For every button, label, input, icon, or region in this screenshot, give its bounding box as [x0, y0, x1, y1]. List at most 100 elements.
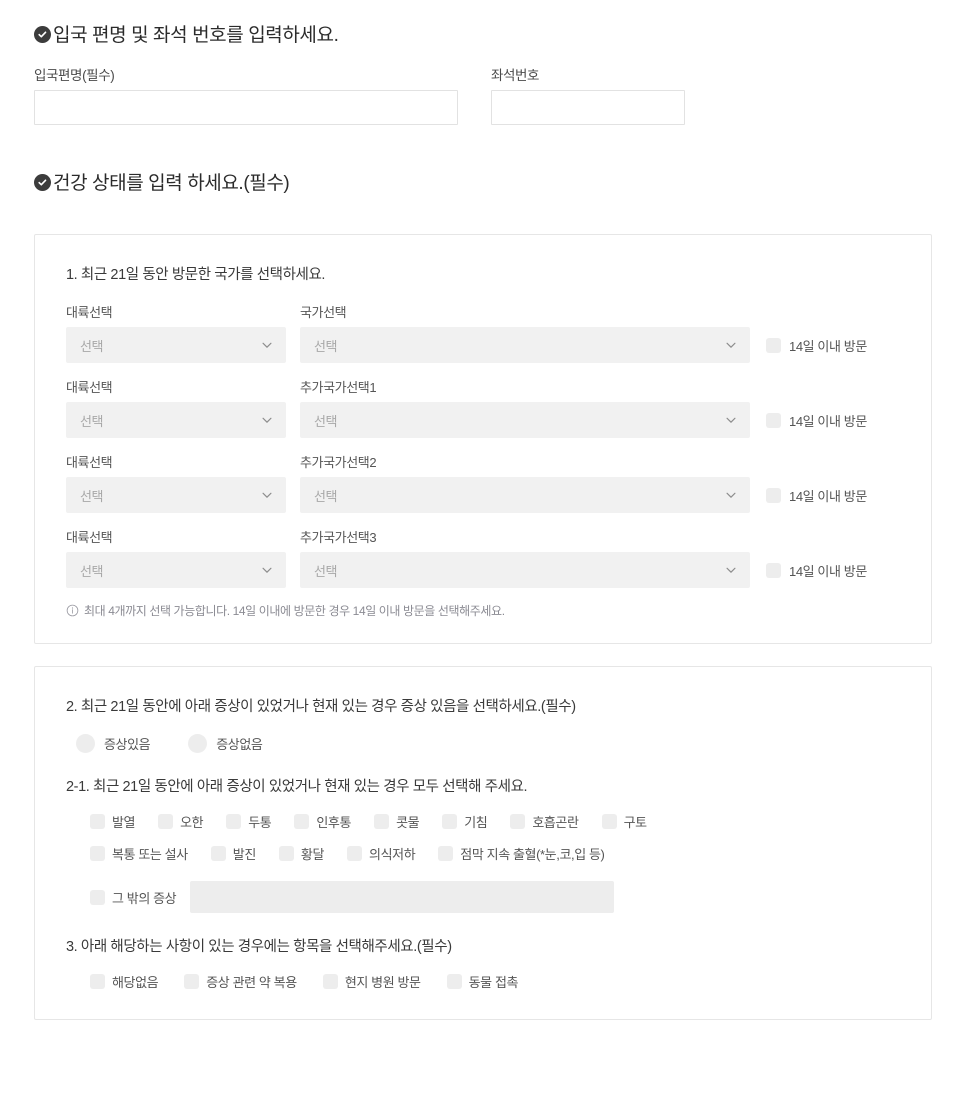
symptom-checkbox-mucosal-bleeding[interactable]: [438, 846, 454, 861]
q3-option-took-medication[interactable]: 증상 관련 약 복용: [184, 972, 297, 991]
country-selection-note: 최대 4개까지 선택 가능합니다. 14일 이내에 방문한 경우 14일 이내 …: [66, 602, 900, 619]
symptom-label-rash: 발진: [232, 847, 257, 862]
within-14-days-label: 14일 이내 방문: [789, 413, 867, 429]
country-select[interactable]: 선택: [300, 327, 750, 363]
other-symptom-checkbox[interactable]: [90, 889, 105, 905]
question1-title: 1. 최근 21일 동안 방문한 국가를 선택하세요.: [66, 267, 326, 283]
check-circle-icon: [34, 26, 51, 43]
chevron-down-icon: [262, 567, 272, 573]
symptom-checkbox-vomiting[interactable]: [601, 814, 617, 829]
continent-select[interactable]: 선택: [66, 477, 286, 513]
symptom-checkbox-row-2: 복통 또는 설사 발진 황달 의식저하 점막 지속 출혈(*눈,코,입 등): [90, 844, 900, 863]
symptom-option-chills[interactable]: 오한: [158, 812, 204, 831]
flight-inputs-row: 입국편명(필수) 좌석번호: [34, 64, 932, 125]
symptom-present-radio[interactable]: [76, 734, 95, 753]
symptom-option-headache[interactable]: 두통: [226, 812, 272, 831]
within-14-days-checkbox[interactable]: [766, 487, 781, 503]
symptom-option-rash[interactable]: 발진: [210, 844, 257, 863]
symptom-checkbox-fever[interactable]: [90, 814, 105, 829]
symptom-option-dyspnea[interactable]: 호흡곤란: [510, 812, 579, 831]
symptom-checkbox-dyspnea[interactable]: [510, 814, 526, 829]
q3-checkbox-animal-contact[interactable]: [446, 974, 462, 989]
q3-checkbox-took-medication[interactable]: [184, 974, 200, 989]
country-field: 추가국가선택2 선택: [300, 452, 750, 513]
symptom-checkbox-rash[interactable]: [210, 846, 226, 861]
health-section-title: 건강 상태를 입력 하세요.(필수): [53, 173, 290, 194]
chevron-down-icon: [726, 417, 736, 423]
chevron-down-icon: [262, 342, 272, 348]
seat-number-input[interactable]: [491, 90, 685, 125]
symptom-present-label: 증상있음: [104, 737, 151, 752]
question3-title: 3. 아래 해당하는 사항이 있는 경우에는 항목을 선택해주세요.(필수): [66, 939, 452, 955]
symptom-option-abdominal-pain-diarrhea[interactable]: 복통 또는 설사: [90, 844, 188, 863]
within-14-days-checkbox[interactable]: [766, 412, 781, 428]
within-14-days-checkbox[interactable]: [766, 337, 781, 353]
country-selection-note-text: 최대 4개까지 선택 가능합니다. 14일 이내에 방문한 경우 14일 이내 …: [84, 604, 505, 618]
other-symptom-option[interactable]: 그 밖의 증상: [90, 888, 177, 907]
symptom-option-jaundice[interactable]: 황달: [278, 844, 324, 863]
q3-checkbox-none[interactable]: [90, 974, 105, 989]
check-circle-icon: [34, 174, 51, 191]
country-select[interactable]: 선택: [300, 402, 750, 438]
country-select-row: 대륙선택 선택 추가국가선택3 선택 14일 이내 방문: [66, 527, 900, 588]
symptom-option-sore-throat[interactable]: 인후통: [294, 812, 351, 831]
q3-label-none: 해당없음: [112, 975, 159, 990]
symptom-checkbox-jaundice[interactable]: [278, 846, 294, 861]
flight-number-label: 입국편명(필수): [34, 68, 115, 83]
symptom-option-mucosal-bleeding[interactable]: 점막 지속 출혈(*눈,코,입 등): [438, 844, 605, 863]
symptom-checkbox-chills[interactable]: [158, 814, 174, 829]
within-14-days-option: 14일 이내 방문: [766, 327, 867, 363]
country-select-row: 대륙선택 선택 추가국가선택2 선택 14일 이내 방문: [66, 452, 900, 513]
q3-option-animal-contact[interactable]: 동물 접촉: [446, 972, 519, 991]
q3-checkbox-local-hospital-visit[interactable]: [322, 974, 338, 989]
chevron-down-icon: [726, 492, 736, 498]
symptom-label-abdominal-pain-diarrhea: 복통 또는 설사: [112, 847, 188, 862]
continent-select-value: 선택: [80, 413, 104, 429]
symptom-option-vomiting[interactable]: 구토: [601, 812, 648, 831]
symptom-option-impaired-consciousness[interactable]: 의식저하: [347, 844, 416, 863]
within-14-days-option: 14일 이내 방문: [766, 552, 867, 588]
country-select[interactable]: 선택: [300, 477, 750, 513]
symptom-option-runny-nose[interactable]: 콧물: [374, 812, 420, 831]
symptom-label-fever: 발열: [112, 815, 136, 830]
question2-1-title: 2-1. 최근 21일 동안에 아래 증상이 있었거나 현재 있는 경우 모두 …: [66, 779, 528, 795]
seat-number-label: 좌석번호: [491, 68, 540, 83]
seat-number-field: 좌석번호: [491, 64, 685, 125]
symptom-label-runny-nose: 콧물: [396, 815, 420, 830]
continent-select[interactable]: 선택: [66, 402, 286, 438]
symptom-checkbox-runny-nose[interactable]: [374, 814, 390, 829]
country-select-value: 선택: [314, 563, 338, 579]
within-14-days-label: 14일 이내 방문: [789, 563, 867, 579]
within-14-days-checkbox[interactable]: [766, 562, 781, 578]
symptom-label-vomiting: 구토: [623, 815, 648, 830]
q3-label-took-medication: 증상 관련 약 복용: [206, 975, 297, 990]
health-section-heading: 건강 상태를 입력 하세요.(필수): [34, 168, 932, 195]
q3-option-local-hospital-visit[interactable]: 현지 병원 방문: [322, 972, 421, 991]
symptom-checkbox-row-1: 발열 오한 두통 인후통 콧물 기침 호흡곤란 구토: [90, 812, 900, 831]
symptom-checkbox-headache[interactable]: [226, 814, 242, 829]
country-select-row: 대륙선택 선택 추가국가선택1 선택 14일 이내 방문: [66, 377, 900, 438]
symptom-checkbox-sore-throat[interactable]: [294, 814, 310, 829]
country-label: 추가국가선택1: [300, 380, 377, 395]
continent-select[interactable]: 선택: [66, 552, 286, 588]
continent-field: 대륙선택 선택: [66, 452, 286, 513]
symptom-option-fever[interactable]: 발열: [90, 812, 136, 831]
flight-number-input[interactable]: [34, 90, 458, 125]
country-select-value: 선택: [314, 413, 338, 429]
symptom-checkbox-abdominal-pain-diarrhea[interactable]: [90, 846, 105, 861]
symptom-label-impaired-consciousness: 의식저하: [369, 847, 416, 862]
q3-label-animal-contact: 동물 접촉: [468, 975, 519, 990]
symptom-checkbox-impaired-consciousness[interactable]: [347, 846, 363, 861]
symptom-absent-radio[interactable]: [188, 734, 208, 753]
flight-section-title: 입국 편명 및 좌석 번호를 입력하세요.: [53, 25, 339, 46]
q3-option-none[interactable]: 해당없음: [90, 972, 159, 991]
symptom-option-cough[interactable]: 기침: [442, 812, 488, 831]
other-symptom-input[interactable]: [190, 881, 615, 913]
country-select[interactable]: 선택: [300, 552, 750, 588]
symptom-present-option[interactable]: 증상있음: [76, 734, 151, 753]
symptom-checkbox-cough[interactable]: [442, 814, 458, 829]
q3-label-local-hospital-visit: 현지 병원 방문: [344, 975, 421, 990]
symptom-label-sore-throat: 인후통: [316, 815, 352, 830]
continent-select[interactable]: 선택: [66, 327, 286, 363]
symptom-absent-option[interactable]: 증상없음: [188, 734, 263, 753]
